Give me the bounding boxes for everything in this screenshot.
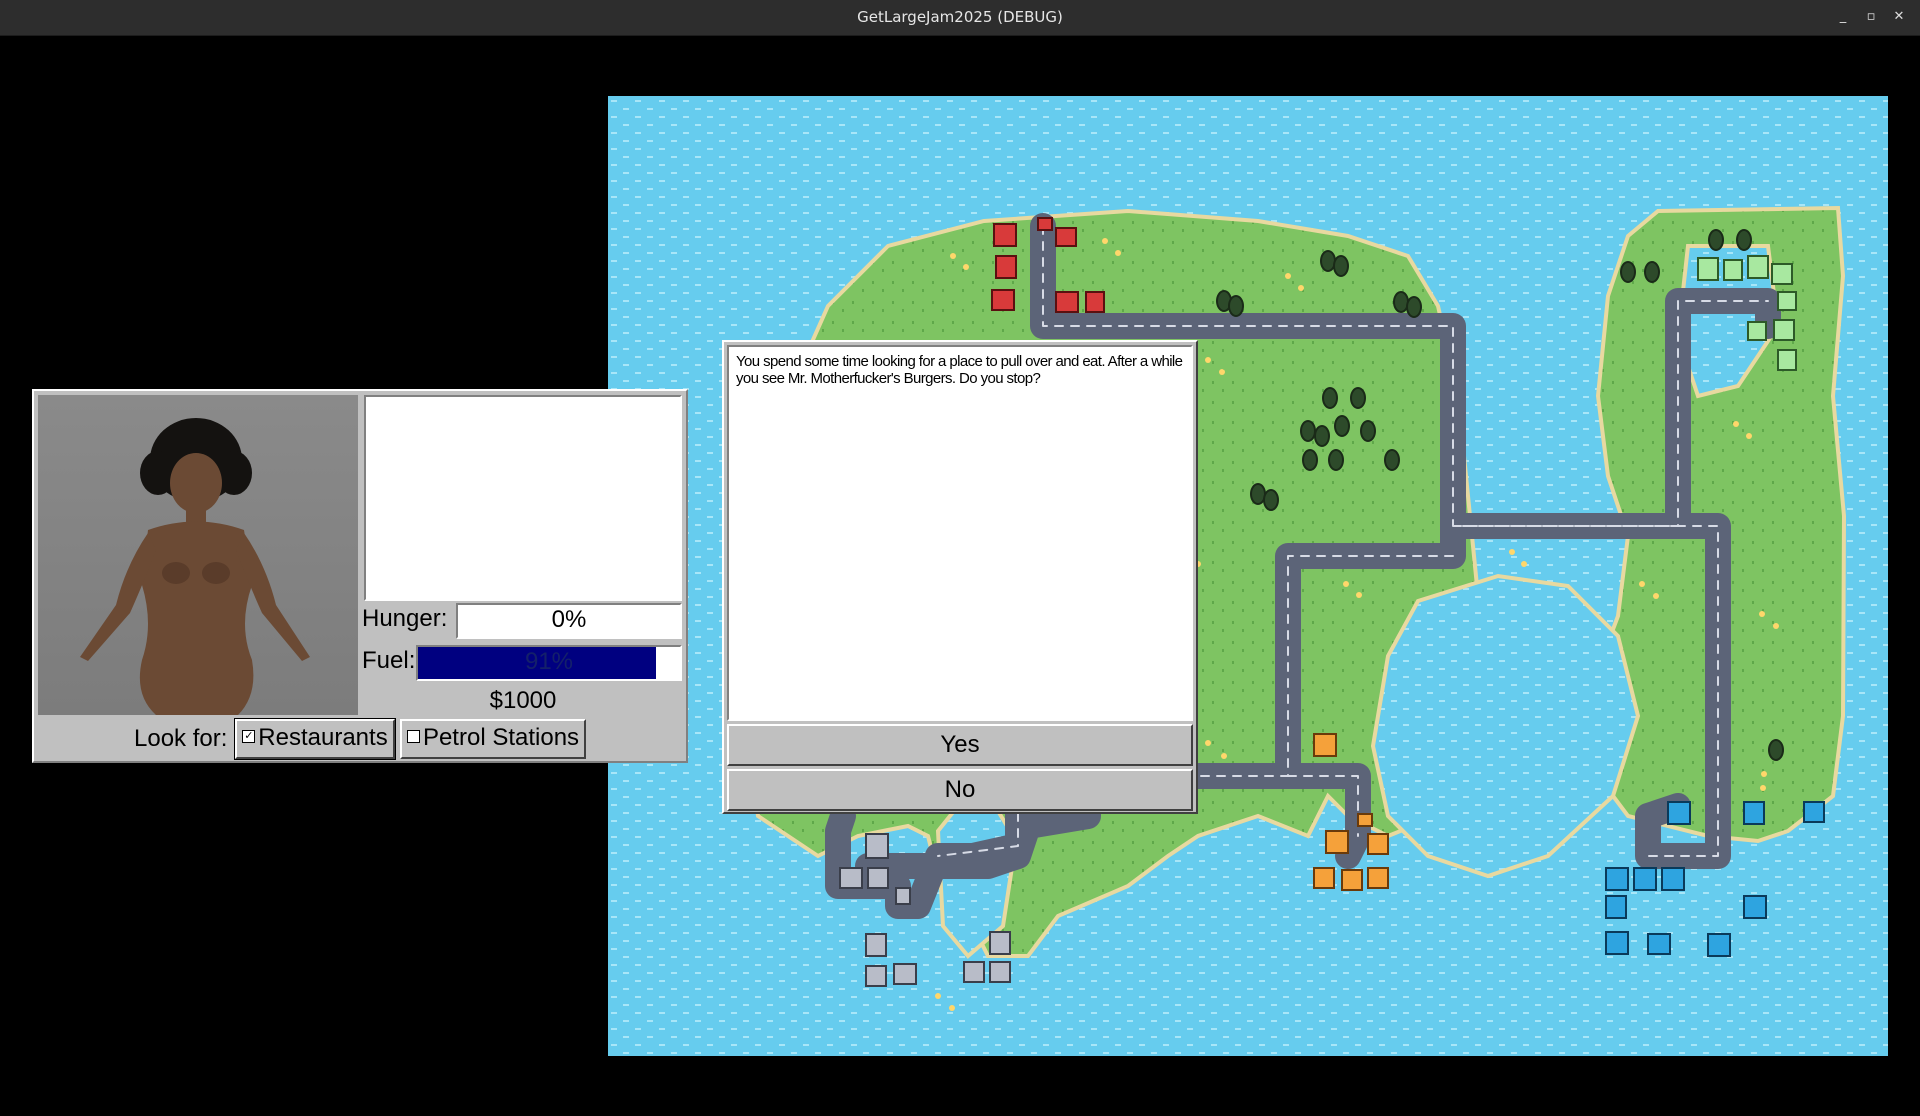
fuel-value: 91% (524, 648, 574, 675)
hunger-meter: 0% (456, 603, 682, 639)
event-dialog: You spend some time looking for a place … (722, 340, 1198, 814)
petrol-stations-label: Petrol Stations (422, 724, 580, 751)
character-portrait (38, 395, 358, 715)
petrol-stations-toggle[interactable]: Petrol Stations (400, 719, 586, 759)
hunger-label: Hunger: (362, 605, 448, 632)
minimize-icon[interactable]: _ (1834, 8, 1852, 26)
window-titlebar[interactable]: GetLargeJam2025 (DEBUG) _ ▫ ✕ (0, 0, 1920, 36)
hunger-value: 0% (551, 606, 587, 633)
close-icon[interactable]: ✕ (1890, 8, 1908, 26)
no-button[interactable]: No (727, 769, 1193, 811)
money-display: $1000 (489, 687, 557, 714)
yes-button[interactable]: Yes (727, 724, 1193, 766)
window-title: GetLargeJam2025 (DEBUG) (857, 8, 1063, 26)
restaurants-label: Restaurants (258, 724, 388, 751)
petrol-checkbox-icon[interactable] (406, 730, 420, 744)
look-for-label: Look for: (134, 725, 228, 752)
restaurants-toggle[interactable]: ✓ Restaurants (234, 718, 396, 760)
maximize-icon[interactable]: ▫ (1862, 8, 1880, 26)
restaurants-checkbox-icon[interactable]: ✓ (242, 730, 256, 744)
message-box (364, 395, 682, 601)
fuel-meter: 91% (416, 645, 682, 681)
status-panel: Hunger: 0% Fuel: 91% $1000 Look for: ✓ Re… (32, 389, 688, 763)
fuel-label: Fuel: (362, 647, 416, 674)
dialog-message: You spend some time looking for a place … (727, 345, 1193, 721)
